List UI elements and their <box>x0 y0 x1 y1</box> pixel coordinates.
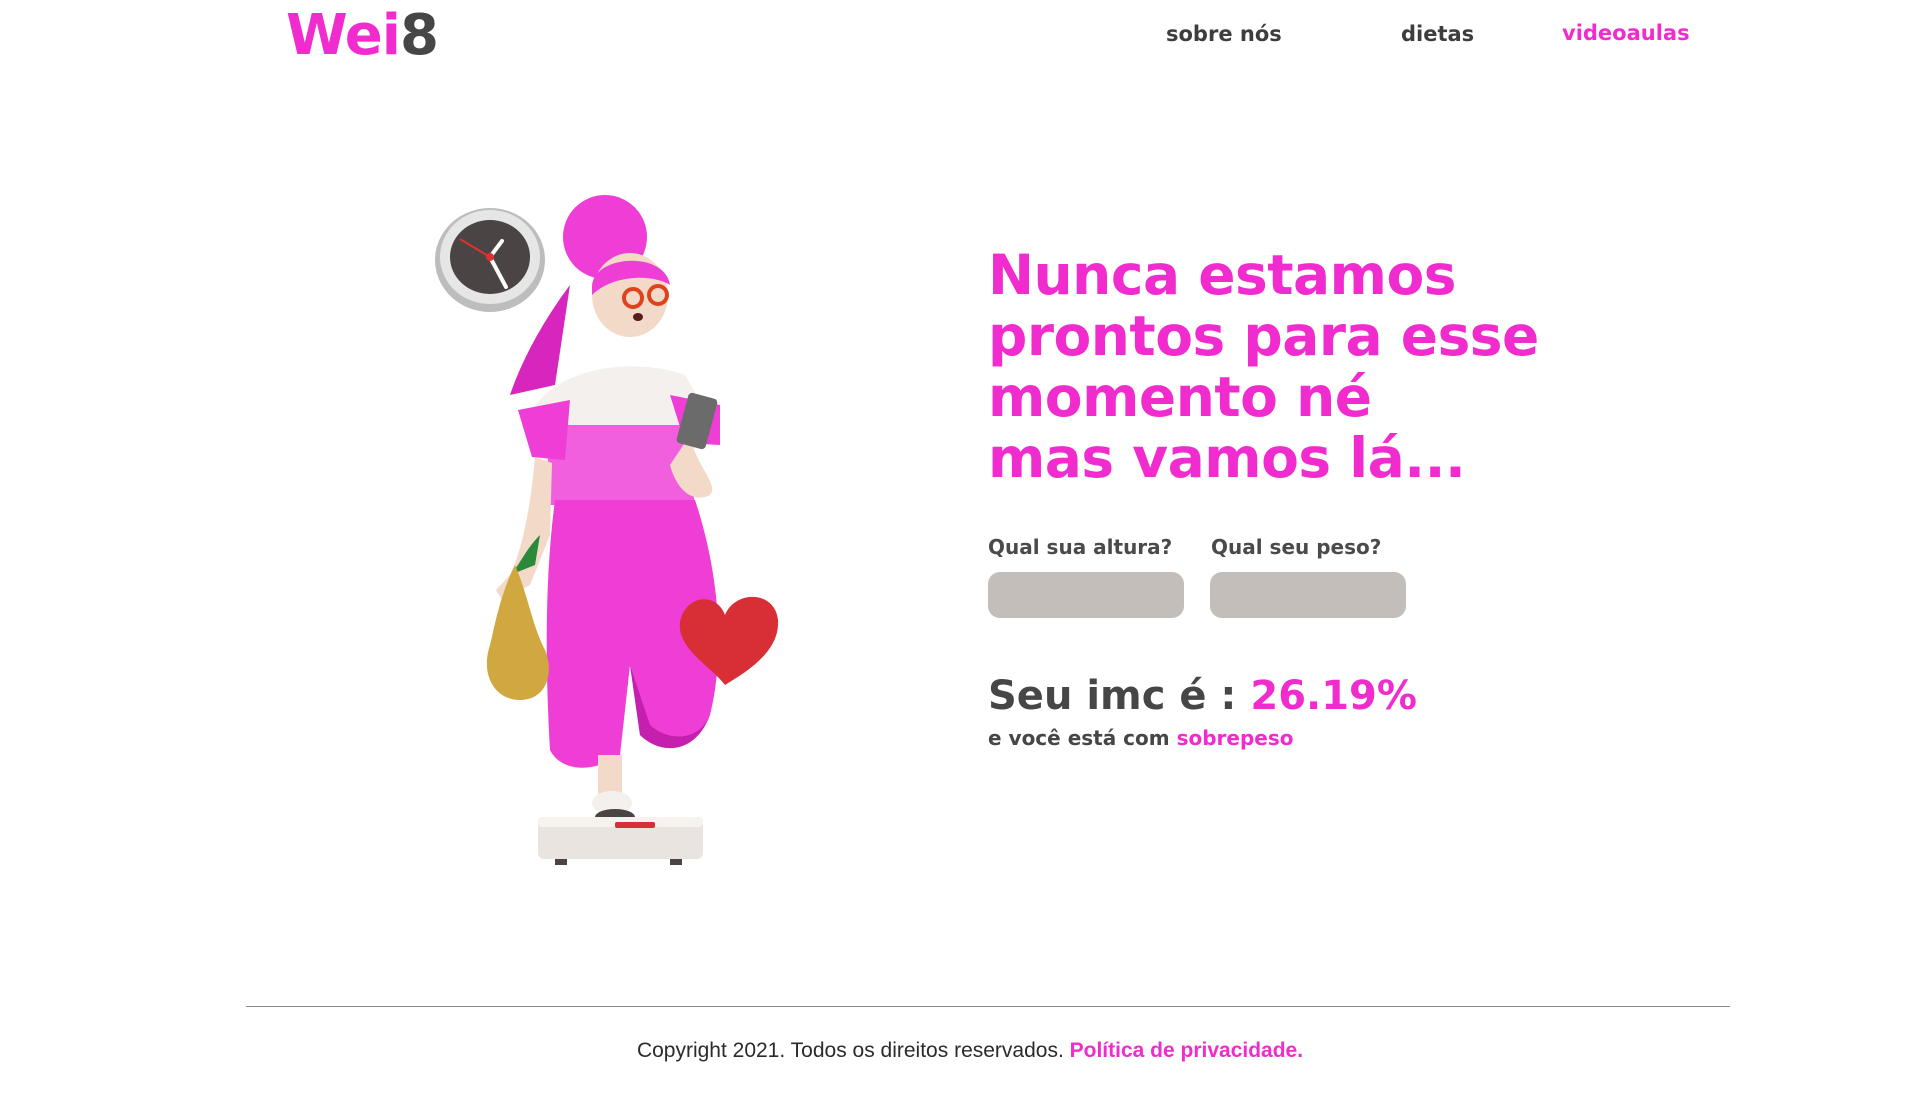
logo-text: Wei <box>286 3 401 68</box>
headline-line: Nunca estamos <box>988 243 1456 307</box>
logo-digit: 8 <box>399 3 439 68</box>
woman-on-scale-illustration <box>435 195 779 865</box>
imc-result: Seu imc é : 26.19% <box>988 674 1417 718</box>
status-prefix: e você está com <box>988 726 1170 750</box>
hero-headline: Nunca estamos prontos para esse momento … <box>988 245 1608 489</box>
status-value: sobrepeso <box>1176 726 1294 750</box>
height-label: Qual sua altura? <box>988 535 1173 559</box>
headline-line: mas vamos lá... <box>988 426 1466 490</box>
copyright-text: Copyright 2021. Todos os direitos reserv… <box>636 1039 1064 1062</box>
hero-illustration <box>420 195 820 915</box>
logo[interactable]: Wei8 <box>286 8 439 64</box>
scale-icon <box>538 817 703 865</box>
nav-link-dietas[interactable]: dietas <box>1401 24 1474 45</box>
privacy-policy-link[interactable]: Política de privacidade. <box>1070 1039 1303 1062</box>
site-footer: Copyright 2021. Todos os direitos reserv… <box>0 1039 1920 1063</box>
headline-line: momento né <box>988 365 1372 429</box>
page: Wei8 sobre nós dietas videoaulas Nunca e… <box>0 0 1920 1103</box>
headline-line: prontos para esse <box>988 304 1539 368</box>
weight-input[interactable] <box>1210 572 1406 618</box>
imc-prefix: Seu imc é : <box>988 673 1237 719</box>
footer-divider <box>246 1006 1730 1007</box>
clock-icon <box>435 208 545 312</box>
nav-link-sobre-nos[interactable]: sobre nós <box>1166 24 1282 45</box>
height-input[interactable] <box>988 572 1184 618</box>
nav-link-videoaulas[interactable]: videoaulas <box>1562 23 1690 44</box>
imc-status: e você está com sobrepeso <box>988 726 1294 750</box>
weight-label: Qual seu peso? <box>1211 535 1382 559</box>
imc-value: 26.19% <box>1250 673 1417 719</box>
